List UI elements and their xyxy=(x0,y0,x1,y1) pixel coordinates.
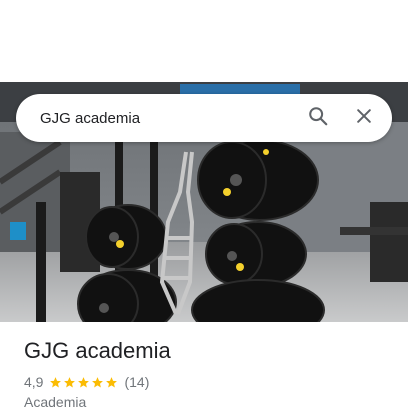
star-icon xyxy=(92,376,104,387)
star-icon xyxy=(50,376,62,387)
search-button[interactable] xyxy=(298,98,338,138)
search-bar[interactable]: GJG academia xyxy=(16,94,392,142)
close-icon xyxy=(354,106,374,131)
rating-row[interactable]: 4,9 (14) xyxy=(24,373,149,391)
rating-value: 4,9 xyxy=(24,374,44,390)
search-input[interactable]: GJG academia xyxy=(16,110,298,127)
star-icon xyxy=(78,376,90,387)
star-icon xyxy=(106,376,118,387)
review-count[interactable]: (14) xyxy=(124,374,149,390)
place-category: Academia xyxy=(24,394,87,410)
search-icon xyxy=(307,105,329,132)
clear-search-button[interactable] xyxy=(344,98,384,138)
rating-stars xyxy=(49,376,119,389)
star-icon xyxy=(64,376,76,387)
place-title: GJG academia xyxy=(24,338,171,363)
